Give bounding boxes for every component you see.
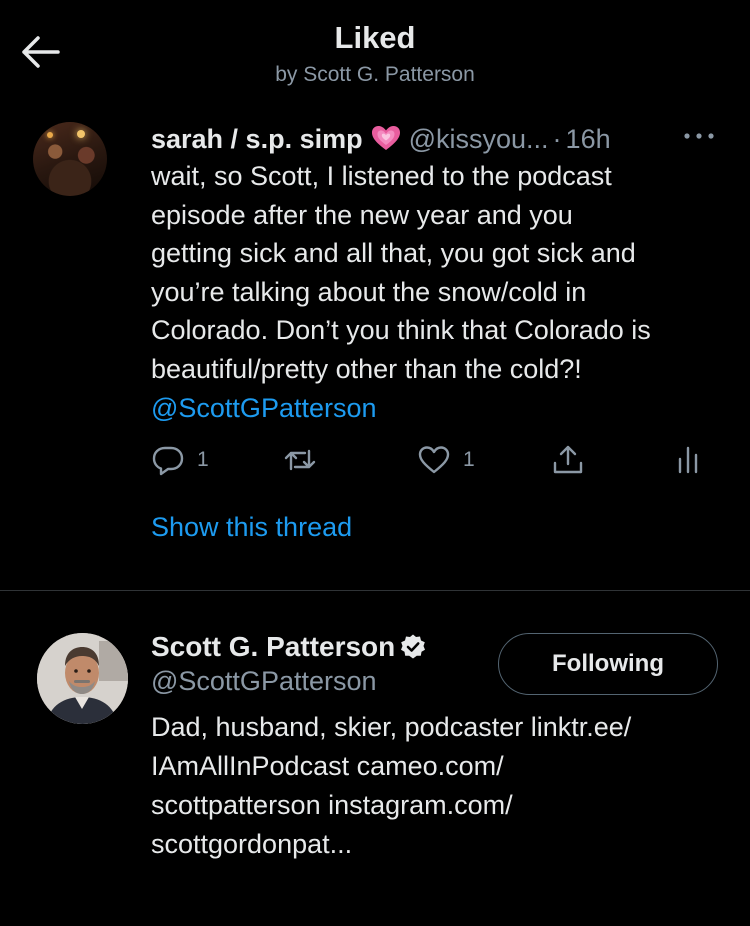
verified-icon [401,634,426,659]
top-bar: Liked by Scott G. Patterson [0,0,750,100]
more-icon[interactable] [682,130,716,142]
user-cell[interactable]: Scott G. Patterson @ScottGPatterson Foll… [0,591,750,926]
analytics-icon [678,446,698,474]
reply-button[interactable]: 1 [151,440,209,480]
show-thread-link[interactable]: Show this thread [151,512,352,543]
user-bio-line: scottgordonpat... [151,829,353,859]
separator-dot: · [552,124,562,154]
page-subtitle: by Scott G. Patterson [275,63,475,86]
avatar[interactable] [33,122,107,196]
user-bio-line: Dad, husband, skier, podcaster linktr.ee… [151,712,632,742]
page-title: Liked [334,20,416,55]
following-button[interactable]: Following [498,633,718,695]
user-bio-line: IAmAllInPodcast cameo.com/ [151,751,504,781]
like-count: 1 [463,448,475,471]
like-icon [418,446,450,474]
author-handle[interactable]: @kissyou... [409,124,549,154]
tweet-text-line: beautiful/pretty other than the cold?! [151,353,582,384]
avatar[interactable] [37,633,128,724]
tweet[interactable]: sarah / s.p. simp @kissyou... · 16h wait, … [0,110,750,590]
user-bio-line: scottpatterson instagram.com/ [151,790,513,820]
share-button[interactable] [551,440,585,480]
share-icon [553,445,583,474]
tweet-header: sarah / s.p. simp @kissyou... · 16h [151,122,611,156]
reply-count: 1 [197,448,209,471]
user-bio: Dad, husband, skier, podcaster linktr.ee… [151,708,721,864]
reply-icon [152,446,184,476]
retweet-button[interactable] [283,440,329,480]
author-name[interactable]: sarah / s.p. simp [151,124,363,154]
growing-heart-emoji [371,125,400,150]
user-name[interactable]: Scott G. Patterson [151,631,395,663]
tweet-text: wait, so Scott, I listened to the podcas… [151,157,731,427]
tweet-actions: 1 1 [151,440,711,480]
tweet-text-line: you’re talking about the snow/cold in [151,276,587,307]
tweet-time[interactable]: 16h [566,124,611,154]
user-name-row: Scott G. Patterson [151,629,427,665]
tweet-text-line: episode after the new year and you [151,199,573,230]
tweet-text-line: Colorado. Don’t you think that Colorado … [151,315,651,346]
mention-link[interactable]: @ScottGPatterson [151,389,731,428]
tweet-text-line: wait, so Scott, I listened to the podcas… [151,161,612,191]
like-button[interactable]: 1 [417,440,475,480]
retweet-icon [284,449,316,471]
analytics-button[interactable] [671,440,705,480]
user-handle[interactable]: @ScottGPatterson [151,666,377,697]
tweet-text-line: getting sick and all that, you got sick … [151,238,636,269]
